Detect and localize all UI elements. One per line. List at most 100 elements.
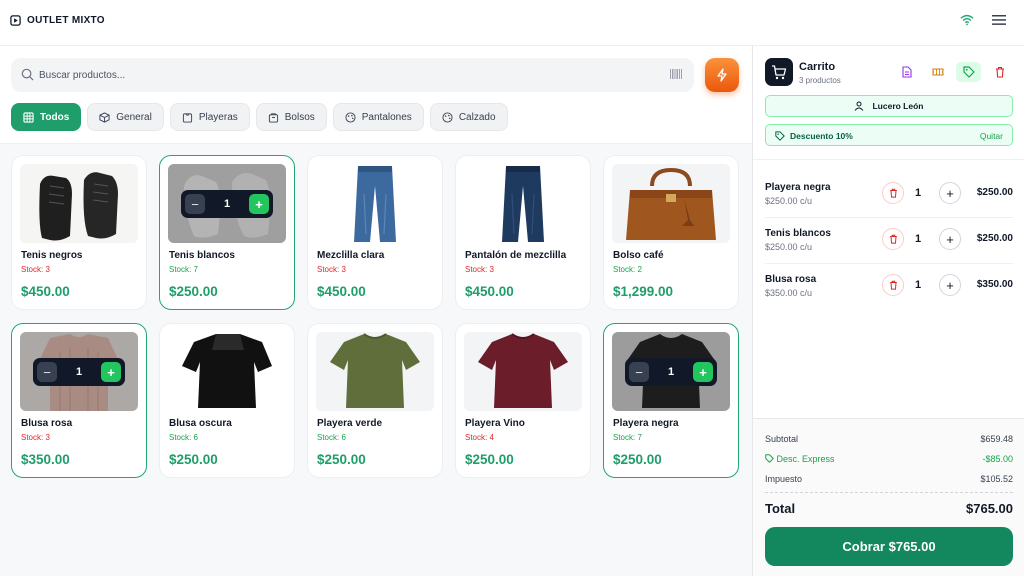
product-name: Pantalón de mezclilla xyxy=(465,250,567,261)
tab-label: General xyxy=(116,111,152,123)
quantity-stepper[interactable]: − 1 + xyxy=(181,190,273,218)
product-name: Blusa oscura xyxy=(169,418,232,429)
cart-badge xyxy=(765,58,793,86)
increase-button[interactable]: + xyxy=(101,362,121,382)
increase-button[interactable]: + xyxy=(693,362,713,382)
increase-button[interactable]: + xyxy=(249,194,269,214)
product-card[interactable]: Playera Vino Stock: 4 $250.00 xyxy=(455,323,591,478)
product-card[interactable]: Bolso café Stock: 2 $1,299.00 xyxy=(603,155,739,310)
tab-pantalones[interactable]: Pantalones xyxy=(332,103,424,131)
trash-icon xyxy=(889,188,897,198)
cart-totals: Subtotal $659.48 Desc. Express -$85.00 I… xyxy=(753,418,1024,576)
product-stock: Stock: 3 xyxy=(21,433,50,442)
product-image xyxy=(20,164,138,243)
remove-discount-link[interactable]: Quitar xyxy=(980,131,1003,141)
top-bar: OUTLET MIXTO xyxy=(0,0,1024,46)
search-icon xyxy=(21,68,34,81)
product-card[interactable]: Pantalón de mezclilla Stock: 3 $450.00 xyxy=(455,155,591,310)
product-image: − 1 + xyxy=(612,332,730,411)
customer-chip[interactable]: Lucero León xyxy=(765,95,1013,117)
quantity-stepper[interactable]: − 1 + xyxy=(625,358,717,386)
decrease-button[interactable]: − xyxy=(37,362,57,382)
product-area: Todos General Playeras Bolsos Pantalones… xyxy=(0,46,752,576)
quick-sale-button[interactable] xyxy=(705,58,739,92)
search-input[interactable] xyxy=(39,58,659,92)
divider xyxy=(753,159,1024,160)
divider xyxy=(765,492,1013,493)
product-image: − 1 + xyxy=(20,332,138,411)
product-card-selected[interactable]: − 1 + Playera negra Stock: 7 $250.00 xyxy=(603,323,739,478)
palette-icon xyxy=(442,111,453,123)
remove-item-button[interactable] xyxy=(882,228,904,250)
ticket-button[interactable] xyxy=(925,62,950,82)
clear-cart-button[interactable] xyxy=(987,62,1012,82)
product-card[interactable]: Tenis negros Stock: 3 $450.00 xyxy=(11,155,147,310)
barcode-icon[interactable] xyxy=(670,69,682,79)
product-stock: Stock: 2 xyxy=(613,265,642,274)
increase-item-button[interactable]: + xyxy=(939,182,961,204)
decrease-button[interactable]: − xyxy=(629,362,649,382)
product-card-selected[interactable]: − 1 + Tenis blancos Stock: 7 $250.00 xyxy=(159,155,295,310)
discount-button[interactable] xyxy=(956,62,981,82)
note-button[interactable] xyxy=(894,62,919,82)
product-price: $250.00 xyxy=(169,452,218,467)
total-label: Total xyxy=(765,501,796,516)
product-name: Playera Vino xyxy=(465,418,525,429)
remove-item-button[interactable] xyxy=(882,182,904,204)
tab-label: Playeras xyxy=(198,111,238,123)
subtotal-row: Subtotal $659.48 xyxy=(765,434,1013,444)
product-image xyxy=(316,164,434,243)
product-card-selected[interactable]: − 1 + Blusa rosa Stock: 3 $350.00 xyxy=(11,323,147,478)
increase-item-button[interactable]: + xyxy=(939,274,961,296)
checkout-button[interactable]: Cobrar $765.00 xyxy=(765,527,1013,566)
search-bar xyxy=(11,58,694,92)
product-price: $250.00 xyxy=(317,452,366,467)
customer-name: Lucero León xyxy=(872,101,924,111)
cart-title: Carrito xyxy=(799,61,836,73)
tax-label: Impuesto xyxy=(765,474,803,484)
quantity-stepper[interactable]: − 1 + xyxy=(33,358,125,386)
product-card[interactable]: Mezclilla clara Stock: 3 $450.00 xyxy=(307,155,443,310)
trash-icon xyxy=(995,66,1004,78)
menu-icon[interactable] xyxy=(992,14,1006,26)
line-unit-price: $350.00 c/u xyxy=(765,288,813,298)
line-unit-price: $250.00 c/u xyxy=(765,196,813,206)
product-price: $250.00 xyxy=(465,452,514,467)
remove-item-button[interactable] xyxy=(882,274,904,296)
line-name: Playera negra xyxy=(765,182,831,193)
cart-line: Blusa rosa $350.00 c/u 1 + $350.00 xyxy=(765,264,1013,310)
product-card[interactable]: Playera verde Stock: 6 $250.00 xyxy=(307,323,443,478)
tab-todos[interactable]: Todos xyxy=(11,103,82,131)
tab-general[interactable]: General xyxy=(87,103,164,131)
product-toolbar: Todos General Playeras Bolsos Pantalones… xyxy=(0,46,752,144)
product-price: $1,299.00 xyxy=(613,284,674,299)
logo-icon xyxy=(10,15,21,26)
tax-value: $105.52 xyxy=(980,474,1013,484)
product-stock: Stock: 4 xyxy=(465,433,494,442)
product-name: Tenis blancos xyxy=(169,250,235,261)
product-card[interactable]: Blusa oscura Stock: 6 $250.00 xyxy=(159,323,295,478)
product-price: $250.00 xyxy=(169,284,218,299)
product-image xyxy=(464,332,582,411)
decrease-button[interactable]: − xyxy=(185,194,205,214)
cart-line: Playera negra $250.00 c/u 1 + $250.00 xyxy=(765,172,1013,218)
product-image xyxy=(464,164,582,243)
box-icon xyxy=(99,111,110,123)
user-icon xyxy=(855,101,864,111)
express-discount-value: -$85.00 xyxy=(982,454,1013,464)
tab-calzado[interactable]: Calzado xyxy=(429,103,508,131)
subtotal-label: Subtotal xyxy=(765,434,799,444)
tab-label: Todos xyxy=(40,111,70,123)
quantity-value: 1 xyxy=(75,366,83,378)
tag-icon xyxy=(765,454,774,463)
tab-playeras[interactable]: Playeras xyxy=(169,103,250,131)
product-image: − 1 + xyxy=(168,164,286,243)
increase-item-button[interactable]: + xyxy=(939,228,961,250)
wifi-icon xyxy=(960,14,974,26)
cart-icon xyxy=(772,64,787,79)
express-discount-row: Desc. Express -$85.00 xyxy=(765,454,1013,464)
tab-bolsos[interactable]: Bolsos xyxy=(255,103,327,131)
product-image xyxy=(316,332,434,411)
line-quantity: 1 xyxy=(915,233,922,245)
discount-chip: Descuento 10% Quitar xyxy=(765,124,1013,146)
